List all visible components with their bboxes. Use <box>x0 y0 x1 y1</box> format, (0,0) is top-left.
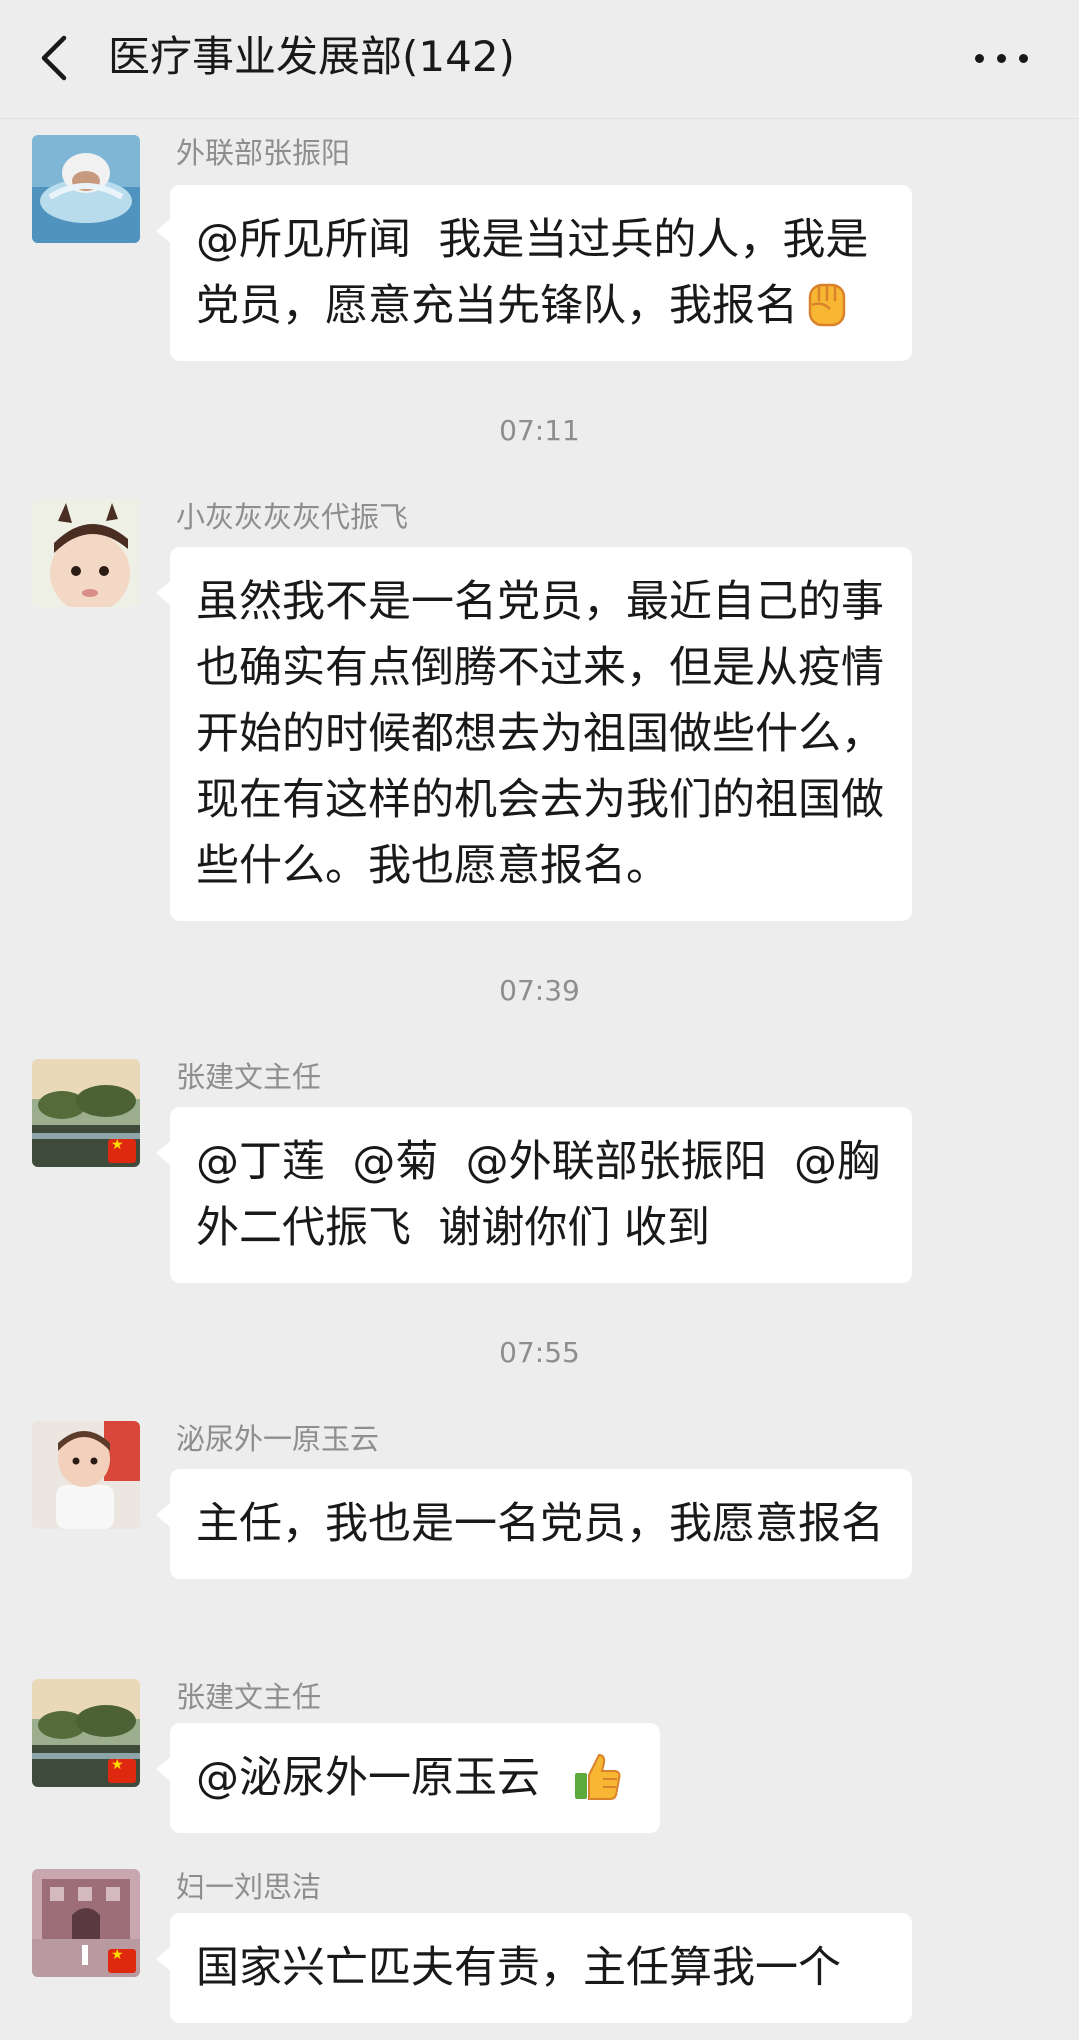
avatar[interactable] <box>32 499 140 607</box>
sender-name: 妇一刘思洁 <box>176 1870 322 1904</box>
china-flag-icon <box>108 1757 136 1783</box>
avatar[interactable] <box>32 135 140 243</box>
baby-photo-icon <box>32 499 140 607</box>
china-flag-icon <box>108 1947 136 1973</box>
sender-name: 泌尿外一原玉云 <box>176 1422 380 1456</box>
timestamp: 07:55 <box>499 1336 580 1369</box>
china-flag-icon <box>108 1137 136 1163</box>
avatar[interactable] <box>32 1059 140 1167</box>
message-bubble[interactable]: 主任，我也是一名党员，我愿意报名 <box>156 1469 912 1579</box>
sender-name: 外联部张振阳 <box>176 136 351 170</box>
message-bubble[interactable]: @所见所闻 我是当过兵的人，我是党员，愿意充当先锋队，我报名 <box>156 185 912 361</box>
message-text: 虽然我不是一名党员，最近自己的事也确实有点倒腾不过来，但是从疫情开始的时候都想去… <box>196 577 884 891</box>
message-bubble[interactable]: 国家兴亡匹夫有责，主任算我一个 <box>156 1913 912 2023</box>
more-horizontal-icon[interactable] <box>973 46 1033 70</box>
message-text: 主任，我也是一名党员，我愿意报名 <box>196 1499 884 1549</box>
message-text: @泌尿外一原玉云 <box>196 1753 568 1803</box>
avatar[interactable] <box>32 1869 140 1977</box>
message-bubble[interactable]: 虽然我不是一名党员，最近自己的事也确实有点倒腾不过来，但是从疫情开始的时候都想去… <box>156 547 912 921</box>
sender-name: 小灰灰灰灰代振飞 <box>176 500 409 534</box>
avatar[interactable] <box>32 1679 140 1787</box>
sender-name: 张建文主任 <box>176 1060 322 1094</box>
chevron-left-icon[interactable] <box>36 34 76 82</box>
timestamp: 07:11 <box>499 414 580 447</box>
swimmer-photo-icon <box>32 135 140 243</box>
avatar[interactable] <box>32 1421 140 1529</box>
message-text: 国家兴亡匹夫有责，主任算我一个 <box>196 1943 841 1993</box>
sender-name: 张建文主任 <box>176 1680 322 1714</box>
thumbs-up-emoji <box>575 1753 621 1800</box>
message-bubble[interactable]: @泌尿外一原玉云 <box>156 1723 660 1833</box>
timestamp: 07:39 <box>499 974 580 1007</box>
message-text: @所见所闻 我是当过兵的人，我是党员，愿意充当先锋队，我报名 <box>196 215 869 331</box>
message-bubble[interactable]: @丁莲 @菊 @外联部张振阳 @胸外二代振飞 谢谢你们 收到 <box>156 1107 912 1283</box>
child-photo-icon <box>32 1421 140 1529</box>
chat-header: 医疗事业发展部(142) <box>0 0 1079 119</box>
message-text: @丁莲 @菊 @外联部张振阳 @胸外二代振飞 谢谢你们 收到 <box>196 1137 881 1253</box>
chat-title: 医疗事业发展部(142) <box>108 32 515 81</box>
message-list[interactable]: 外联部张振阳 @所见所闻 我是当过兵的人，我是党员，愿意充当先锋队，我报名 07… <box>0 119 1079 2040</box>
raised-fist-emoji <box>808 283 846 326</box>
